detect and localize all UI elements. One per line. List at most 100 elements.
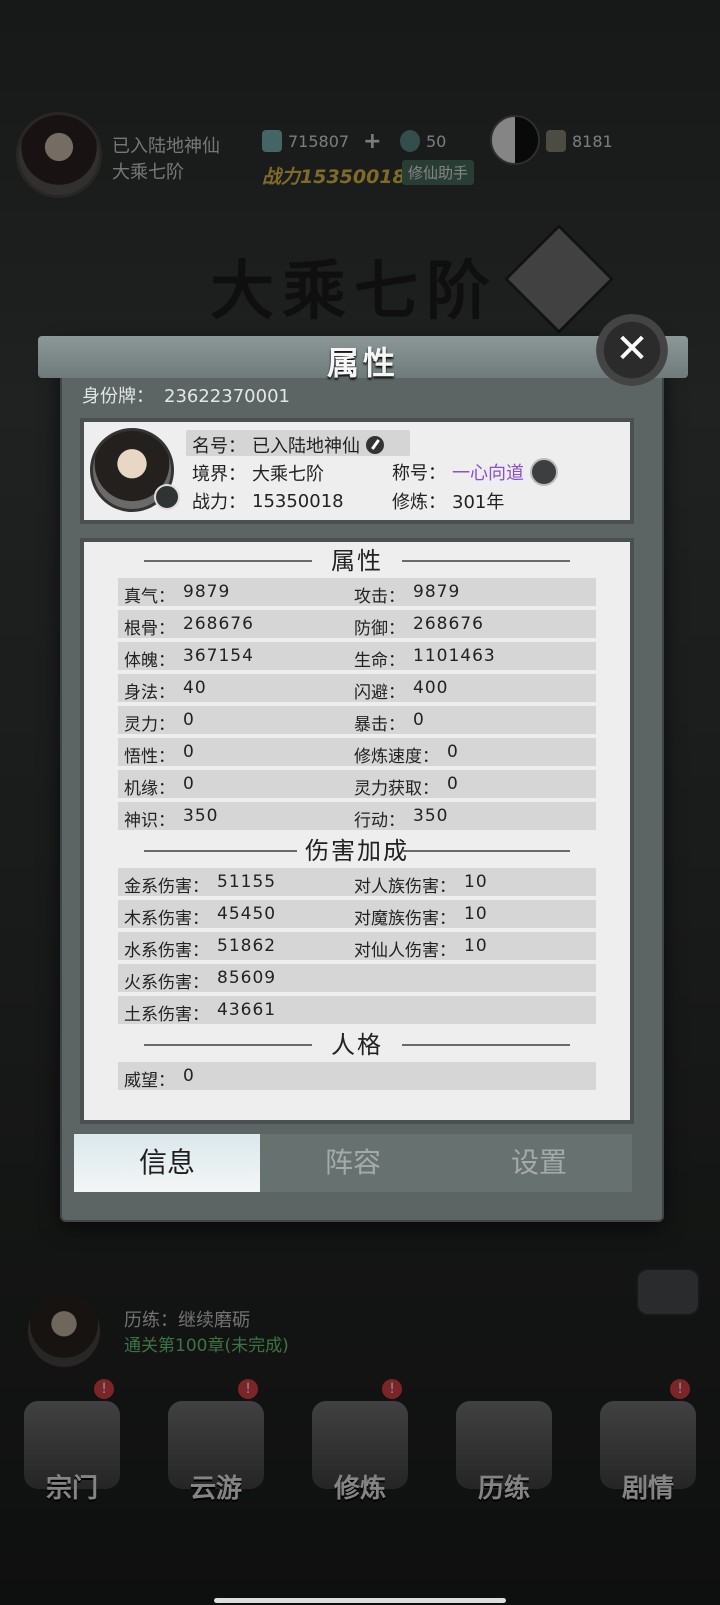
section-title: 人格 [323, 1031, 391, 1059]
id-line: 身份牌： 23622370001 [82, 382, 290, 408]
stat-label: 根骨： [124, 619, 175, 639]
stat-label: 水系伤害： [124, 941, 209, 961]
cultivation-label: 修炼： [392, 492, 446, 513]
home-indicator[interactable] [214, 1598, 506, 1603]
stat-label: 木系伤害： [124, 909, 209, 929]
stat-label: 土系伤害： [124, 1005, 209, 1025]
stat-value: 350 [413, 806, 449, 826]
alert-badge: ! [94, 1379, 114, 1399]
title-label: 称号： [392, 463, 446, 484]
nav-label: 云游 [189, 1474, 242, 1504]
scroll-icon [546, 130, 566, 152]
realm-row: 境界： 大乘七阶 [192, 460, 324, 486]
stat-cell: 修炼速度： 0 [354, 742, 459, 767]
jade-value: 50 [426, 131, 447, 151]
stat-label: 对仙人伤害： [354, 941, 456, 961]
yinyang-icon[interactable] [490, 115, 540, 165]
stat-cell: 对仙人伤害： 10 [354, 936, 488, 961]
nav-item-travel[interactable]: ! 云游 [156, 1379, 276, 1515]
stat-cell: 根骨： 268676 [124, 614, 254, 639]
player-name: 已入陆地神仙 [112, 136, 220, 157]
trial-avatar[interactable] [28, 1295, 100, 1367]
divider [144, 560, 312, 562]
stats-panel: 属性 真气： 9879 攻击： 9879 根骨： 268676 防御： 268676 体魄： 36… [80, 538, 634, 1124]
stat-label: 对人族伤害： [354, 877, 456, 897]
stat-cell: 火系伤害： 85609 [124, 968, 276, 993]
name-label: 名号： [192, 436, 246, 457]
stat-value: 45450 [217, 904, 277, 924]
stat-cell: 对人族伤害： 10 [354, 872, 488, 897]
chat-icon[interactable] [636, 1268, 700, 1316]
combat-power-label: 战力 [262, 166, 301, 188]
alert-badge: ! [382, 1379, 402, 1399]
nav-label: 修炼 [333, 1474, 386, 1504]
stat-value: 0 [183, 742, 195, 762]
player-avatar[interactable] [16, 112, 102, 198]
stat-value: 0 [447, 774, 459, 794]
stat-cell: 真气： 9879 [124, 582, 230, 607]
stat-value: 51155 [217, 872, 277, 892]
stat-value: 10 [464, 936, 488, 956]
stat-value: 40 [183, 678, 207, 698]
stat-value: 9879 [183, 582, 231, 602]
close-button[interactable]: ✕ [582, 300, 682, 400]
realm-banner: 大乘七阶 [210, 254, 498, 329]
title-row: 称号： 一心向道 [392, 458, 558, 486]
stat-cell: 防御： 268676 [354, 614, 484, 639]
tab-lineup[interactable]: 阵容 [260, 1134, 446, 1192]
nav-label: 宗门 [45, 1474, 98, 1504]
stat-value: 350 [183, 806, 219, 826]
tab-settings[interactable]: 设置 [446, 1134, 632, 1192]
spirit-stone-icon [262, 130, 282, 152]
switch-title-icon[interactable] [530, 458, 558, 486]
stat-label: 灵力： [124, 715, 175, 735]
title-value[interactable]: 一心向道 [452, 459, 524, 485]
stat-value: 1101463 [413, 646, 496, 666]
spirit-stone-value: 715807 [288, 131, 350, 151]
nav-label: 剧情 [621, 1474, 674, 1504]
stat-row: 威望： 0 [118, 1062, 596, 1091]
scroll-value: 8181 [572, 131, 613, 151]
stat-cell: 神识： 350 [124, 806, 218, 831]
stat-value: 367154 [183, 646, 254, 666]
combat-power-value: 15350018 [300, 166, 406, 188]
divider [144, 1044, 312, 1046]
combat-power: 战力15350018 [262, 162, 406, 189]
tab-info[interactable]: 信息 [74, 1134, 260, 1192]
divider [402, 560, 570, 562]
power-label: 战力： [192, 492, 246, 513]
stat-label: 神识： [124, 811, 175, 831]
spirit-stone-counter: 715807 + [262, 126, 382, 156]
cultivation-row: 修炼： 301年 [392, 488, 504, 514]
stat-value: 43661 [217, 1000, 277, 1020]
nav-item-sect[interactable]: ! 宗门 [12, 1379, 132, 1515]
stat-value: 0 [183, 710, 195, 730]
avatar-switch-icon[interactable] [154, 484, 180, 510]
stat-value: 0 [183, 1066, 195, 1086]
realm-label: 境界： [192, 464, 246, 485]
stat-label: 防御： [354, 619, 405, 639]
id-value: 23622370001 [164, 386, 290, 407]
stat-row: 金系伤害： 51155 对人族伤害： 10 [118, 868, 596, 897]
stat-value: 0 [413, 710, 425, 730]
stat-label: 暴击： [354, 715, 405, 735]
cultivation-helper-button[interactable]: 修仙助手 [402, 160, 475, 185]
name-row: 名号： 已入陆地神仙 [192, 432, 384, 458]
alert-badge: ! [670, 1379, 690, 1399]
edit-name-icon[interactable] [366, 436, 384, 454]
stat-row: 土系伤害： 43661 [118, 996, 596, 1025]
close-icon: ✕ [615, 326, 649, 372]
stat-value: 268676 [413, 614, 484, 634]
nav-item-trial[interactable]: 历练 [444, 1395, 564, 1515]
cultivation-value: 301年 [452, 492, 505, 513]
nav-item-cultivate[interactable]: ! 修炼 [300, 1379, 420, 1515]
stat-value: 0 [447, 742, 459, 762]
id-label: 身份牌： [82, 386, 154, 407]
scroll-counter: 8181 [546, 126, 613, 156]
stat-value: 10 [464, 872, 488, 892]
add-icon[interactable]: + [363, 129, 381, 154]
power-row: 战力： 15350018 [192, 488, 344, 514]
stat-label: 攻击： [354, 587, 405, 607]
nav-item-story[interactable]: ! 剧情 [588, 1379, 708, 1515]
stat-row: 体魄： 367154 生命： 1101463 [118, 642, 596, 671]
